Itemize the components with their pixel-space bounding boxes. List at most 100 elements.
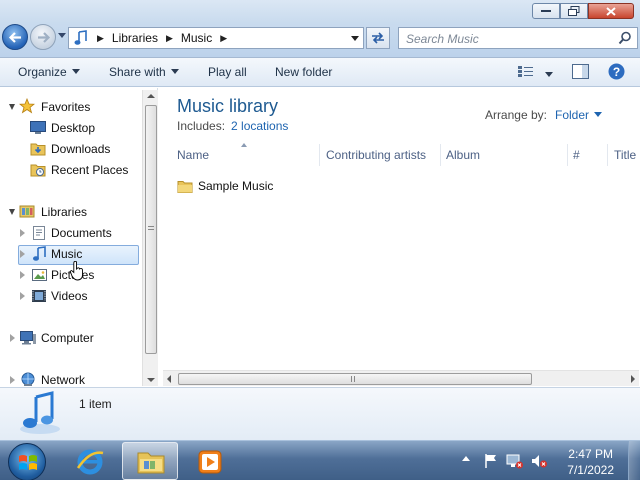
network-disconnected-icon <box>506 454 523 469</box>
taskbar-internet-explorer[interactable] <box>62 442 118 480</box>
maximize-button[interactable] <box>560 3 588 19</box>
column-divider[interactable] <box>567 144 568 166</box>
chevron-up-icon <box>462 456 470 461</box>
breadcrumb-separator-icon[interactable]: ▶ <box>166 33 173 44</box>
address-bar[interactable]: ▶ Libraries ▶ Music ▶ <box>68 27 364 49</box>
preview-pane-button[interactable] <box>572 64 589 82</box>
nav-pane-scrollbar[interactable] <box>142 90 158 386</box>
computer-icon <box>20 331 36 345</box>
action-center-flag-icon <box>485 454 496 468</box>
item-count: 1 item <box>79 397 112 411</box>
column-divider[interactable] <box>440 144 441 166</box>
recent-pages-dropdown[interactable] <box>58 33 66 38</box>
network-icon <box>21 372 35 386</box>
scroll-left-icon[interactable] <box>167 375 171 383</box>
column-header-album[interactable]: Album <box>446 148 480 162</box>
column-divider[interactable] <box>319 144 320 166</box>
nav-label-favorites: Favorites <box>41 100 91 114</box>
share-with-button[interactable]: Share with <box>109 65 179 79</box>
windows-logo-icon <box>19 455 37 470</box>
expand-arrow-icon[interactable] <box>20 271 25 279</box>
expand-arrow-icon[interactable] <box>20 250 25 258</box>
collapse-arrow-icon[interactable] <box>9 209 15 215</box>
close-button[interactable] <box>588 3 634 19</box>
view-options-dropdown[interactable] <box>540 68 553 82</box>
expand-arrow-icon[interactable] <box>10 376 15 384</box>
back-arrow-icon <box>8 32 21 43</box>
libraries-icon <box>19 205 35 218</box>
media-player-icon <box>198 450 222 474</box>
forward-arrow-icon <box>38 32 51 43</box>
breadcrumb-separator-icon[interactable]: ▶ <box>220 33 227 44</box>
scroll-right-icon[interactable] <box>631 375 635 383</box>
taskbar-media-player[interactable] <box>182 442 238 480</box>
forward-button[interactable] <box>30 24 56 50</box>
windows-explorer-icon <box>137 452 165 474</box>
content-pane: Music library Includes: 2 locations Arran… <box>159 88 640 386</box>
sort-ascending-icon <box>241 143 247 147</box>
show-hidden-icons-button[interactable] <box>461 451 471 465</box>
search-placeholder[interactable]: Search Music <box>406 32 479 46</box>
column-divider[interactable] <box>607 144 608 166</box>
includes-label: Includes: <box>177 119 226 133</box>
show-desktop-button[interactable] <box>628 441 640 480</box>
back-button[interactable] <box>2 24 28 50</box>
locations-link[interactable]: 2 locations <box>231 119 288 133</box>
volume-muted-icon <box>532 455 547 468</box>
internet-explorer-icon <box>76 449 104 475</box>
collapse-arrow-icon[interactable] <box>9 104 15 110</box>
horizontal-scroll-thumb[interactable] <box>178 373 532 385</box>
organize-button[interactable]: Organize <box>18 65 80 79</box>
recent-places-icon <box>30 164 46 177</box>
taskbar-windows-explorer[interactable] <box>122 442 178 480</box>
expand-arrow-icon[interactable] <box>20 292 25 300</box>
nav-label-videos: Videos <box>51 289 88 303</box>
start-button[interactable] <box>8 443 46 480</box>
refresh-button[interactable] <box>366 27 390 49</box>
scroll-up-icon[interactable] <box>147 94 155 98</box>
music-library-icon <box>20 391 60 434</box>
horizontal-scrollbar[interactable] <box>163 370 639 386</box>
minimize-button[interactable] <box>532 3 560 19</box>
search-box[interactable]: Search Music <box>398 27 638 49</box>
window-titlebar: ▶ Libraries ▶ Music ▶ Search Music <box>0 0 640 58</box>
desktop-icon <box>30 121 46 134</box>
play-all-button[interactable]: Play all <box>208 65 247 79</box>
column-header-title[interactable]: Title <box>614 148 636 162</box>
clock-time: 2:47 PM <box>568 447 613 461</box>
column-header-track-number[interactable]: # <box>573 148 580 162</box>
music-note-icon <box>33 246 46 261</box>
search-icon[interactable] <box>618 31 632 45</box>
arrange-by-dropdown[interactable]: Folder <box>555 108 589 122</box>
volume-tray[interactable] <box>530 453 548 472</box>
help-icon: ? <box>608 63 625 80</box>
new-folder-button[interactable]: New folder <box>275 65 332 79</box>
chevron-down-icon <box>545 72 553 77</box>
system-clock[interactable]: 2:47 PM 7/1/2022 <box>567 446 614 478</box>
expand-arrow-icon[interactable] <box>20 229 25 237</box>
share-with-label: Share with <box>109 65 166 79</box>
expand-arrow-icon[interactable] <box>10 334 15 342</box>
file-row[interactable]: Sample Music <box>177 177 273 195</box>
minimize-icon <box>541 10 551 12</box>
view-options-button[interactable] <box>518 65 534 81</box>
breadcrumb-libraries[interactable]: Libraries <box>112 31 158 45</box>
help-button[interactable]: ? <box>608 63 625 83</box>
chevron-down-icon[interactable] <box>594 112 602 117</box>
window-controls <box>532 3 634 19</box>
hand-cursor-icon <box>70 261 83 281</box>
breadcrumb-music[interactable]: Music <box>181 31 212 45</box>
address-history-dropdown[interactable] <box>351 36 359 41</box>
breadcrumb-separator-icon[interactable]: ▶ <box>97 33 104 44</box>
column-header-name[interactable]: Name <box>177 148 209 162</box>
scroll-down-icon[interactable] <box>147 378 155 382</box>
nav-scroll-thumb[interactable] <box>145 105 157 354</box>
folder-icon <box>177 180 193 193</box>
action-center-tray[interactable] <box>483 453 499 472</box>
scroll-grip-icon <box>351 376 355 382</box>
nav-label-downloads: Downloads <box>51 142 111 156</box>
column-header-contributing-artists[interactable]: Contributing artists <box>326 148 426 162</box>
scroll-grip-icon <box>148 226 154 230</box>
network-tray[interactable] <box>506 453 524 472</box>
nav-label-computer: Computer <box>41 331 94 345</box>
